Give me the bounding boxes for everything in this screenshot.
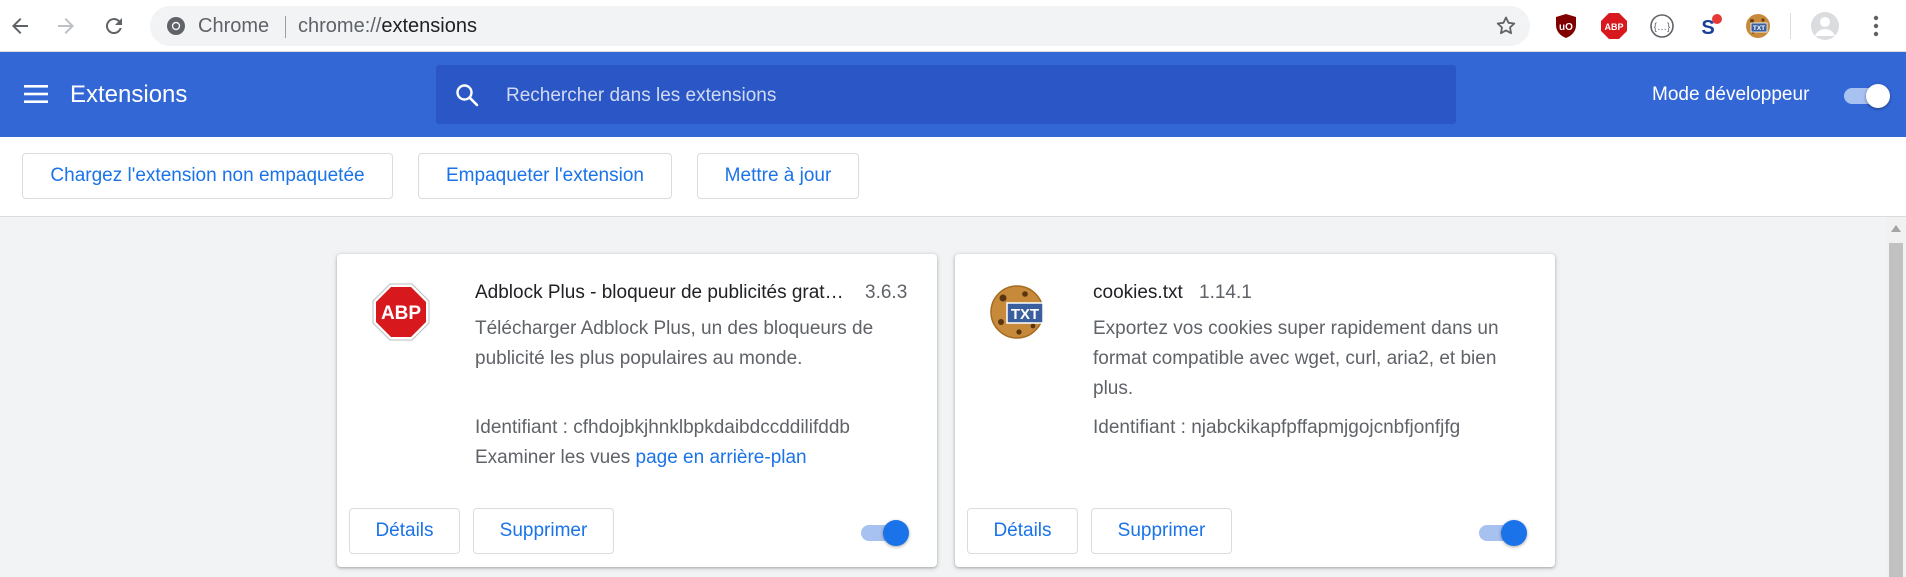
svg-text:uO: uO	[1559, 22, 1573, 33]
inspect-views: Examiner les vues page en arrière-plan	[475, 446, 807, 470]
remove-button[interactable]: Supprimer	[1091, 508, 1232, 554]
details-button[interactable]: Détails	[967, 508, 1078, 554]
extension-enable-toggle[interactable]	[1477, 519, 1527, 546]
extension-id: Identifiant : njabckikapfpffapmjgojcnbfj…	[1093, 417, 1461, 438]
developer-mode-label: Mode développeur	[1652, 84, 1810, 105]
extensions-header: Extensions Mode développeur	[0, 52, 1906, 137]
extension-description: Exportez vos cookies super rapidement da…	[1093, 318, 1499, 399]
scroll-up-arrow-icon[interactable]	[1891, 225, 1901, 232]
reload-icon	[105, 18, 122, 35]
url-host: extensions	[381, 15, 477, 37]
search-icon	[456, 84, 479, 107]
svg-text:TXT: TXT	[1011, 306, 1039, 323]
url-scheme: chrome://	[298, 15, 382, 37]
extension-version: 3.6.3	[865, 282, 908, 303]
page-scrollbar[interactable]	[1886, 217, 1906, 577]
reload-button[interactable]	[94, 6, 134, 46]
developer-mode-toggle[interactable]	[1840, 83, 1890, 108]
extension-version: 1.14.1	[1199, 282, 1252, 303]
load-unpacked-button[interactable]: Chargez l'extension non empaquetée	[22, 153, 393, 199]
search-input[interactable]	[504, 79, 1408, 113]
background-page-link[interactable]: page en arrière-plan	[636, 447, 807, 468]
extension-enable-toggle[interactable]	[859, 519, 909, 546]
svg-text:TXT: TXT	[1753, 25, 1765, 32]
extension-card-adblock-plus: ABP Adblock Plus - bloqueur de publicité…	[337, 254, 937, 567]
inspect-views-label: Examiner les vues	[475, 447, 631, 468]
forward-button[interactable]	[46, 6, 86, 46]
chrome-menu-icon[interactable]	[1862, 12, 1890, 40]
address-bar[interactable]: Chrome chrome://extensions	[150, 6, 1530, 46]
hamburger-menu-icon[interactable]	[22, 80, 50, 108]
extension-name: cookies.txt	[1093, 282, 1183, 303]
cookies-txt-icon[interactable]: TXT	[1744, 12, 1772, 40]
site-chip-label: Chrome	[198, 15, 270, 37]
toggle-knob	[1866, 84, 1890, 108]
svg-text:ABP: ABP	[381, 303, 421, 324]
back-button[interactable]	[0, 6, 40, 46]
toggle-knob	[883, 520, 909, 546]
back-arrow-icon	[12, 18, 28, 34]
url-text: chrome://extensions	[298, 16, 477, 36]
chrome-logo-icon	[167, 17, 185, 35]
search-box[interactable]	[436, 65, 1456, 124]
toolbar-separator	[1790, 13, 1791, 39]
browser-toolbar: Chrome chrome://extensions uO ABP {…} S …	[0, 0, 1906, 52]
code-brackets-icon[interactable]: {…}	[1648, 12, 1676, 40]
svg-text:ABP: ABP	[1604, 22, 1623, 32]
forward-arrow-icon	[58, 18, 74, 34]
extension-id: Identifiant : cfhdojbkjhnklbpkdaibdccddi…	[475, 417, 850, 438]
scrollbar-thumb[interactable]	[1889, 243, 1903, 577]
details-button[interactable]: Détails	[349, 508, 460, 554]
bookmark-star-icon[interactable]	[1494, 14, 1518, 38]
cookies-txt-logo-icon: TXT	[990, 285, 1044, 339]
adblock-plus-icon[interactable]: ABP	[1600, 12, 1628, 40]
developer-toolbar: Chargez l'extension non empaquetée Empaq…	[0, 137, 1906, 217]
extension-name: Adblock Plus - bloqueur de publicités gr…	[475, 282, 844, 303]
extensions-list: ABP Adblock Plus - bloqueur de publicité…	[0, 217, 1886, 577]
s-badge-icon[interactable]: S	[1696, 12, 1724, 40]
update-button[interactable]: Mettre à jour	[697, 153, 859, 199]
svg-text:{…}: {…}	[1654, 22, 1671, 33]
page-title: Extensions	[70, 81, 188, 108]
ublock-origin-icon[interactable]: uO	[1552, 12, 1580, 40]
extension-card-cookies-txt: TXT cookies.txt 1.14.1 Exportez vos cook…	[955, 254, 1555, 567]
toggle-knob	[1501, 520, 1527, 546]
pack-extension-button[interactable]: Empaqueter l'extension	[418, 153, 672, 199]
remove-button[interactable]: Supprimer	[473, 508, 614, 554]
extension-description: Télécharger Adblock Plus, un des bloqueu…	[475, 318, 874, 369]
address-separator	[285, 16, 286, 38]
adblock-plus-logo-icon: ABP	[372, 283, 430, 341]
profile-avatar-icon[interactable]	[1810, 11, 1840, 41]
